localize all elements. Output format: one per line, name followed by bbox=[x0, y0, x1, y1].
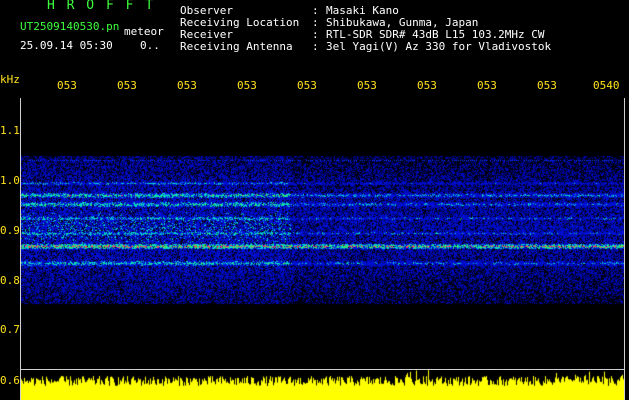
type-label: meteor bbox=[124, 25, 164, 38]
antenna-label: Receiving Antenna bbox=[180, 40, 293, 53]
antenna-colon: : bbox=[312, 40, 319, 53]
time-tick-label: 0540 bbox=[593, 79, 620, 92]
freq-tick-label: 0.6 bbox=[0, 374, 20, 387]
hrofft-window: H R O F F T UT2509140530.pn meteor 25.09… bbox=[0, 0, 629, 400]
time-tick-label: 053 bbox=[417, 79, 437, 92]
time-tick-label: 053 bbox=[297, 79, 317, 92]
timestamp-label: 25.09.14 05:30 bbox=[20, 39, 113, 52]
freq-tick-label: 0.8 bbox=[0, 274, 20, 287]
time-tick-label: 053 bbox=[537, 79, 557, 92]
freq-tick-label: 1.0 bbox=[0, 174, 20, 187]
app-title: H R O F F T bbox=[47, 0, 156, 13]
time-tick-label: 053 bbox=[177, 79, 197, 92]
time-tick-label: 053 bbox=[477, 79, 497, 92]
count-label: 0.. bbox=[140, 39, 160, 52]
freq-tick-label: 0.9 bbox=[0, 224, 20, 237]
freq-tick-label: 0.7 bbox=[0, 323, 20, 336]
time-tick-label: 053 bbox=[357, 79, 377, 92]
time-tick-label: 053 bbox=[117, 79, 137, 92]
filename-label: UT2509140530.pn bbox=[20, 20, 120, 33]
time-tick-label: 053 bbox=[237, 79, 257, 92]
plot-frame bbox=[20, 98, 625, 400]
time-tick-label: 053 bbox=[57, 79, 77, 92]
antenna-value: 3el Yagi(V) Az 330 for Vladivostok bbox=[326, 40, 552, 53]
freq-tick-label: 1.1 bbox=[0, 124, 20, 137]
freq-unit-label: kHz bbox=[0, 73, 20, 86]
